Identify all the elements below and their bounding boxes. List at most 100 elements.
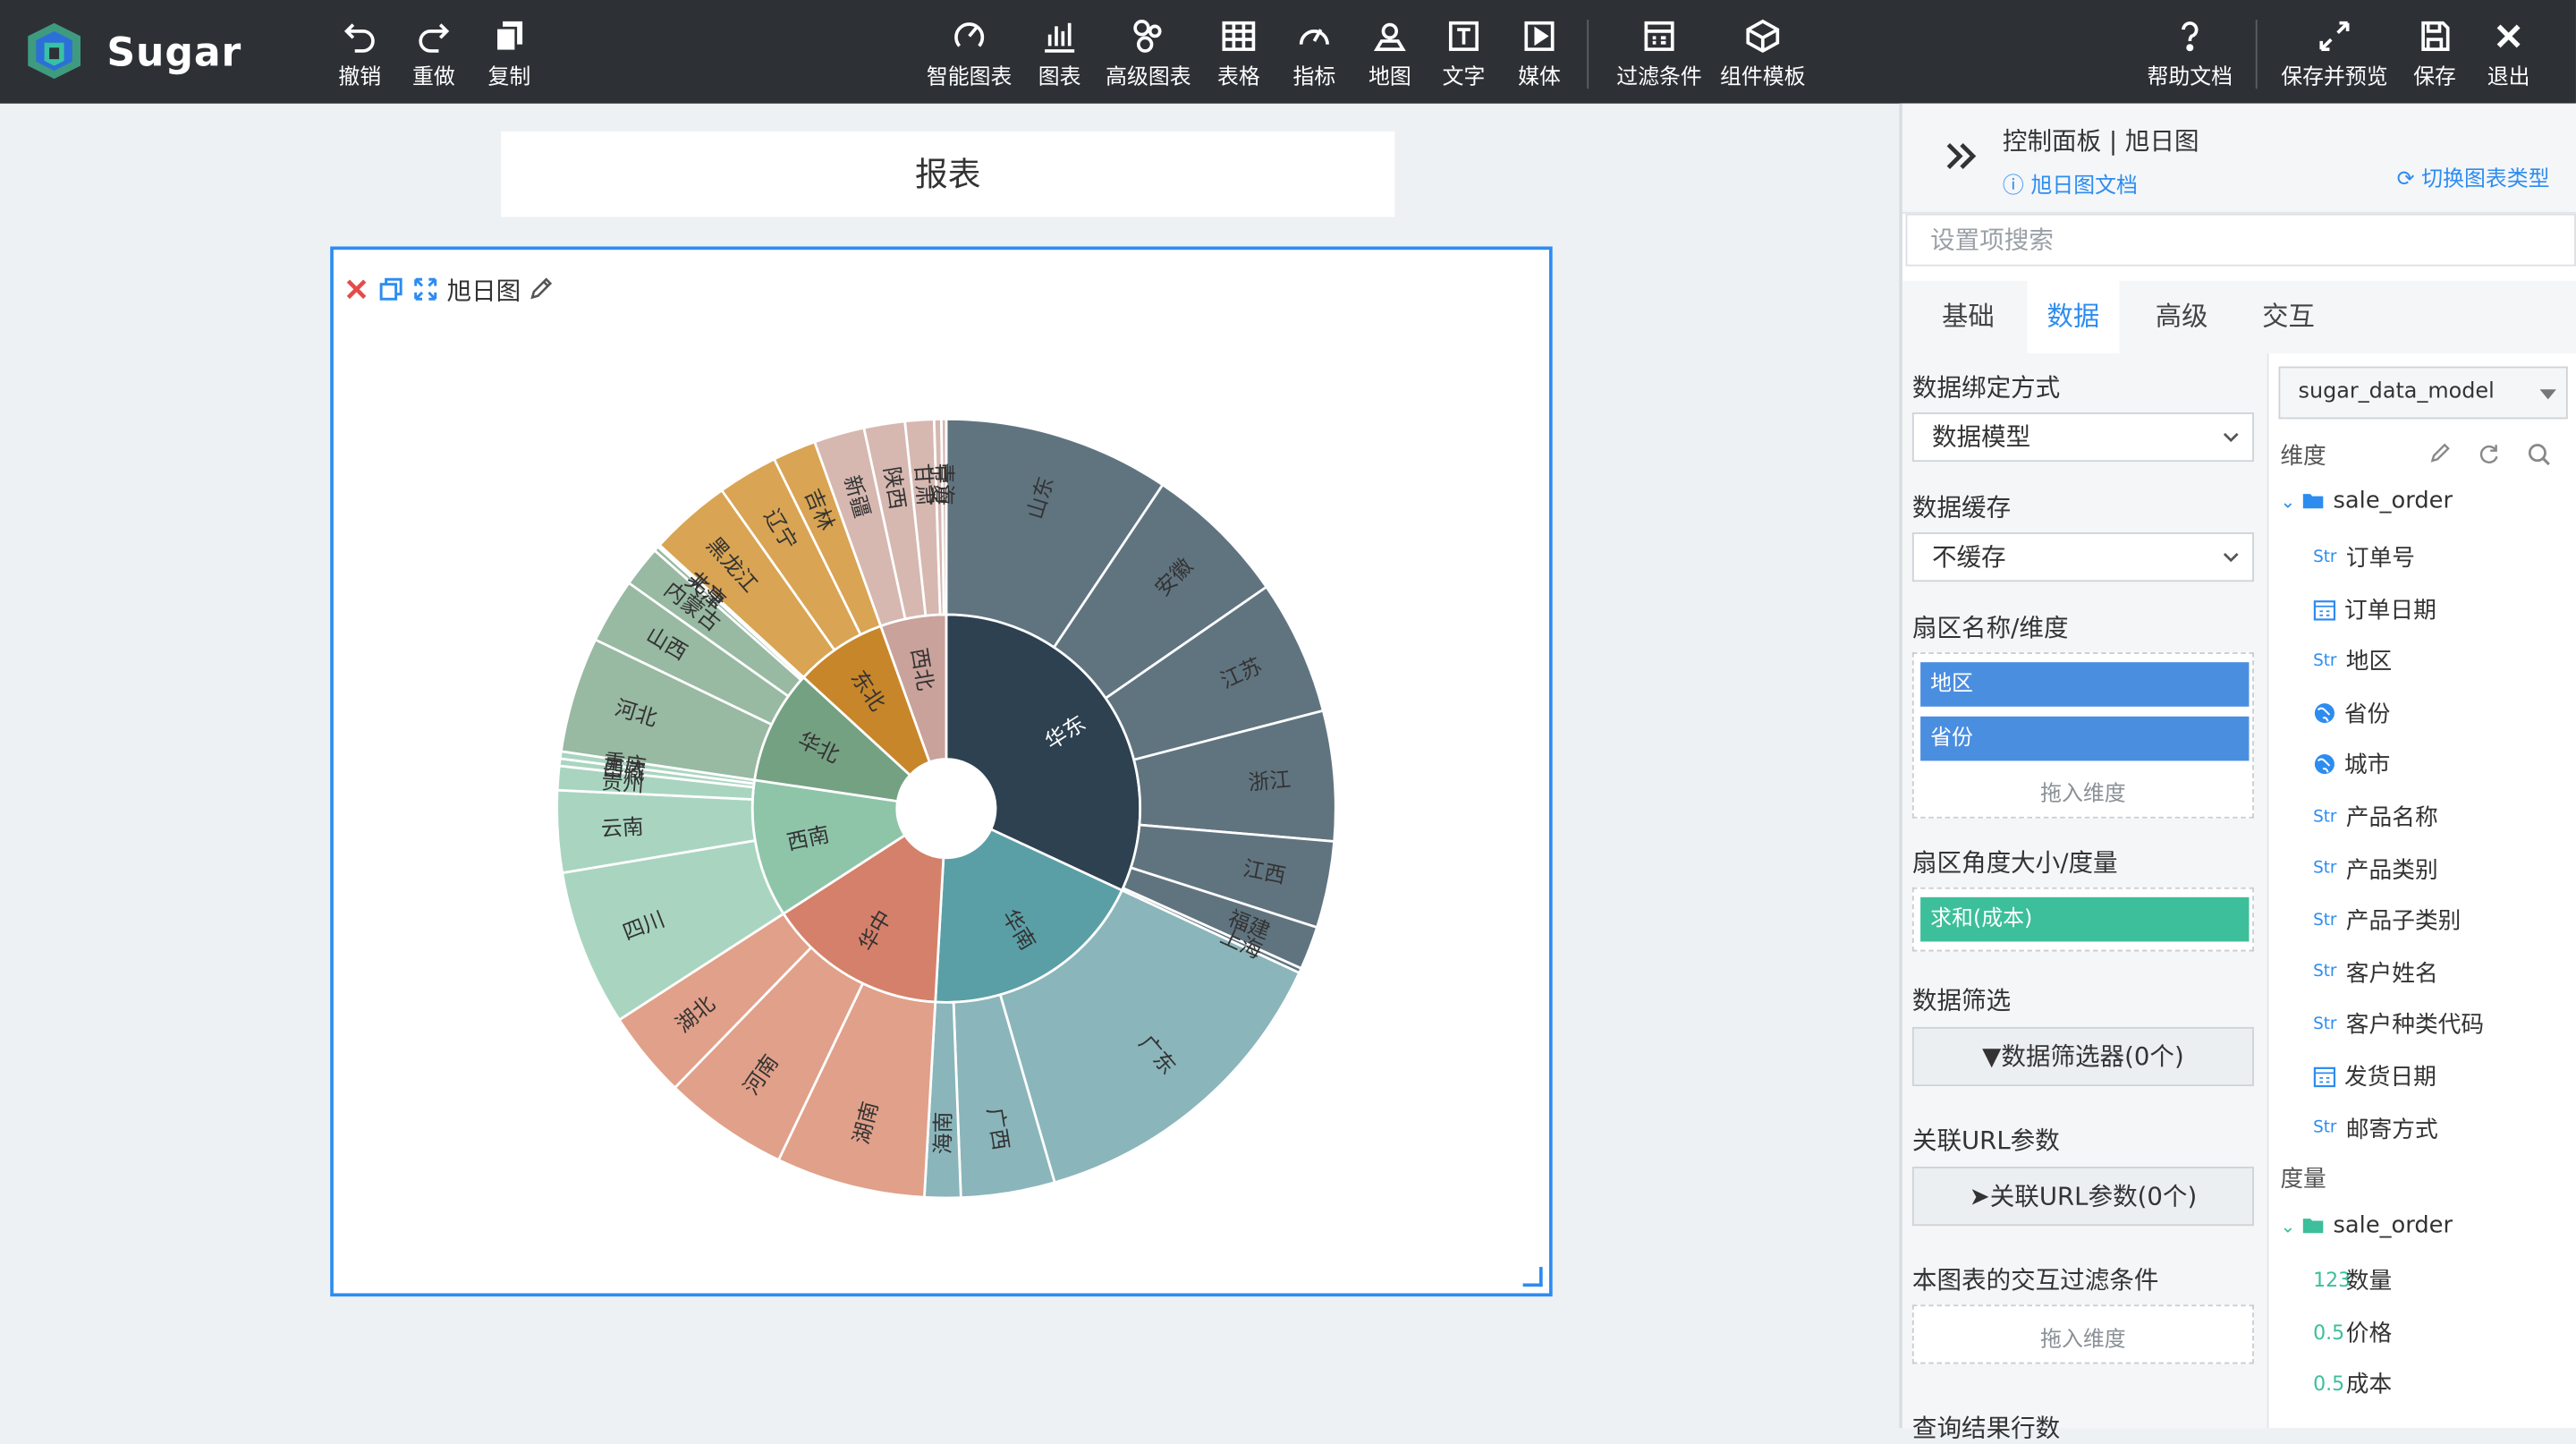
copy-label: 复制 — [487, 65, 531, 91]
data-model-select[interactable]: sugar_data_model — [2278, 366, 2568, 420]
smart-chart-icon — [950, 16, 989, 55]
redo-icon — [414, 16, 453, 55]
copy-button[interactable]: 复制 — [452, 16, 567, 90]
field-item[interactable]: Str 产品子类别 — [2313, 905, 2461, 938]
interaction-dropzone[interactable]: 拖入维度 — [1911, 1304, 2254, 1364]
tab-1[interactable]: 数据 — [2027, 281, 2120, 353]
panel-title: 控制面板 | 旭日图 — [2002, 126, 2199, 157]
string-type-icon: Str — [2313, 963, 2337, 982]
field-item[interactable]: Str 订单号 — [2313, 540, 2415, 573]
field-item[interactable]: Str 地区 — [2313, 644, 2392, 677]
rows-label: 查询结果行数 — [1911, 1413, 2061, 1443]
dimension-table-node[interactable]: ⌄ sale_order — [2280, 488, 2453, 514]
dimension-dropzone[interactable]: 地区 省份 拖入维度 — [1911, 652, 2254, 819]
field-item[interactable]: Str 客户姓名 — [2313, 956, 2438, 990]
control-panel: 控制面板 | 旭日图 ⓘ 旭日图文档 ⟳ 切换图表类型 设置项搜索 基础 数据 高级… — [1899, 103, 2576, 1443]
measure-pill[interactable]: 求和(成本) — [1920, 896, 2250, 942]
tab-0[interactable]: 基础 — [1922, 281, 2014, 353]
url-param-button[interactable]: ➤关联URL参数(0个) — [1911, 1167, 2254, 1227]
help-icon — [2170, 16, 2209, 55]
sugar-logo-icon — [28, 22, 80, 80]
filter-label: 过滤条件 — [1616, 65, 1702, 91]
edit-icon[interactable] — [2428, 442, 2452, 465]
globe-icon — [2314, 754, 2334, 775]
url-label: 关联URL参数 — [1911, 1125, 2060, 1156]
resize-handle[interactable] — [1522, 1267, 1543, 1287]
string-type-icon: Str — [2313, 911, 2337, 930]
send-icon: ➤ — [1969, 1181, 1990, 1211]
copy-icon — [489, 16, 529, 55]
switch-chart-type-link[interactable]: ⟳ 切换图表类型 — [2397, 161, 2550, 192]
cache-select[interactable]: 不缓存 — [1911, 532, 2254, 582]
field-item[interactable]: 发货日期 — [2313, 1060, 2436, 1093]
panel-tabs: 基础 数据 高级 交互 — [1902, 281, 2576, 353]
collapse-panel-icon[interactable] — [1942, 136, 1981, 175]
folder-open-icon — [2303, 1219, 2324, 1234]
chevron-down-icon — [2223, 552, 2239, 563]
string-type-icon: Str — [2313, 651, 2337, 670]
field-name: 产品子类别 — [2345, 909, 2462, 936]
field-item[interactable]: Str 邮寄方式 — [2313, 1112, 2438, 1145]
field-item[interactable]: 订单日期 — [2313, 592, 2436, 625]
string-type-icon: Str — [2313, 1015, 2337, 1034]
dropdown-arrow-icon — [2539, 389, 2556, 400]
toolbar-separator — [2255, 20, 2258, 89]
cache-label: 数据缓存 — [1911, 493, 2012, 523]
string-type-icon: Str — [2313, 859, 2337, 878]
exit-button[interactable]: 退出 — [2451, 16, 2566, 90]
folder-open-icon — [2303, 494, 2324, 509]
field-item[interactable]: Str 客户种类代码 — [2313, 1008, 2484, 1041]
template-button[interactable]: 组件模板 — [1705, 16, 1820, 90]
report-title[interactable]: 报表 — [501, 131, 1395, 217]
template-label: 组件模板 — [1719, 65, 1806, 91]
field-name: 客户姓名 — [2345, 961, 2438, 988]
measure-dropzone[interactable]: 求和(成本) — [1911, 887, 2254, 952]
field-item[interactable]: 0.5 成本 — [2313, 1367, 2392, 1400]
sector-label: 云南 — [600, 814, 644, 842]
sunburst-chart-card[interactable]: 旭日图 华东 华南 华中 西南 华北 东北 西北 山东 安徽 江苏 浙江 江西 福建 上海 广东 广西 海南 湖南… — [330, 246, 1553, 1297]
field-item[interactable]: 123 数量 — [2313, 1263, 2392, 1296]
binding-select[interactable]: 数据模型 — [1911, 412, 2254, 463]
field-item[interactable]: 省份 — [2313, 696, 2390, 729]
sector-label: 浙江 — [1247, 767, 1292, 795]
number-type-icon: 0.5 — [2313, 1320, 2345, 1344]
media-icon — [1520, 16, 1559, 55]
field-name: 城市 — [2343, 752, 2391, 780]
media-button[interactable]: 媒体 — [1482, 16, 1597, 90]
chart-doc-link[interactable]: ⓘ 旭日图文档 — [2003, 167, 2138, 200]
measure-table-node[interactable]: ⌄ sale_order — [2280, 1212, 2453, 1238]
field-name: 产品名称 — [2345, 804, 2438, 832]
help-button[interactable]: 帮助文档 — [2132, 16, 2248, 90]
settings-search-input[interactable]: 设置项搜索 — [1905, 213, 2576, 267]
sunburst-chart[interactable]: 华东华南华中西南华北东北 西北山东安徽江苏浙江江西福建上海广东广西海南湖南河南湖北… — [334, 250, 1549, 1293]
dimension-group-label: 维度 — [2280, 443, 2326, 471]
refresh-icon[interactable] — [2478, 442, 2501, 465]
calendar-icon — [2313, 1066, 2336, 1088]
save-icon — [2415, 16, 2454, 55]
field-name: 订单日期 — [2343, 597, 2436, 624]
field-item[interactable]: Str 产品名称 — [2313, 800, 2438, 833]
chevron-down-icon — [2223, 432, 2239, 443]
dimension-pill[interactable]: 地区 — [1920, 662, 2250, 707]
undo-label: 撤销 — [338, 65, 382, 91]
data-filter-button[interactable]: ▼数据筛选器(0个) — [1911, 1026, 2254, 1087]
funnel-icon: ▼ — [1982, 1041, 2002, 1072]
exit-label: 退出 — [2487, 65, 2530, 91]
map-label: 地图 — [1368, 65, 1411, 91]
advanced-chart-icon — [1129, 16, 1168, 55]
sector-label: 海南 — [930, 1111, 955, 1154]
field-item[interactable]: 0.5 价格 — [2313, 1315, 2392, 1348]
field-item[interactable]: Str 产品类别 — [2313, 853, 2438, 886]
tab-2[interactable]: 高级 — [2136, 281, 2228, 353]
filter-button[interactable]: 过滤条件 — [1602, 16, 1717, 90]
field-item[interactable]: 城市 — [2313, 748, 2390, 781]
toolbar-separator — [1587, 20, 1589, 89]
tab-3[interactable]: 交互 — [2242, 281, 2334, 353]
sunburst-center-hole — [896, 759, 996, 858]
field-name: 发货日期 — [2343, 1065, 2436, 1091]
save-preview-icon — [2315, 16, 2354, 55]
dimension-pill[interactable]: 省份 — [1920, 716, 2250, 761]
template-icon — [1743, 16, 1783, 55]
search-icon[interactable] — [2527, 442, 2552, 467]
save-preview-button[interactable]: 保存并预览 — [2277, 16, 2393, 90]
